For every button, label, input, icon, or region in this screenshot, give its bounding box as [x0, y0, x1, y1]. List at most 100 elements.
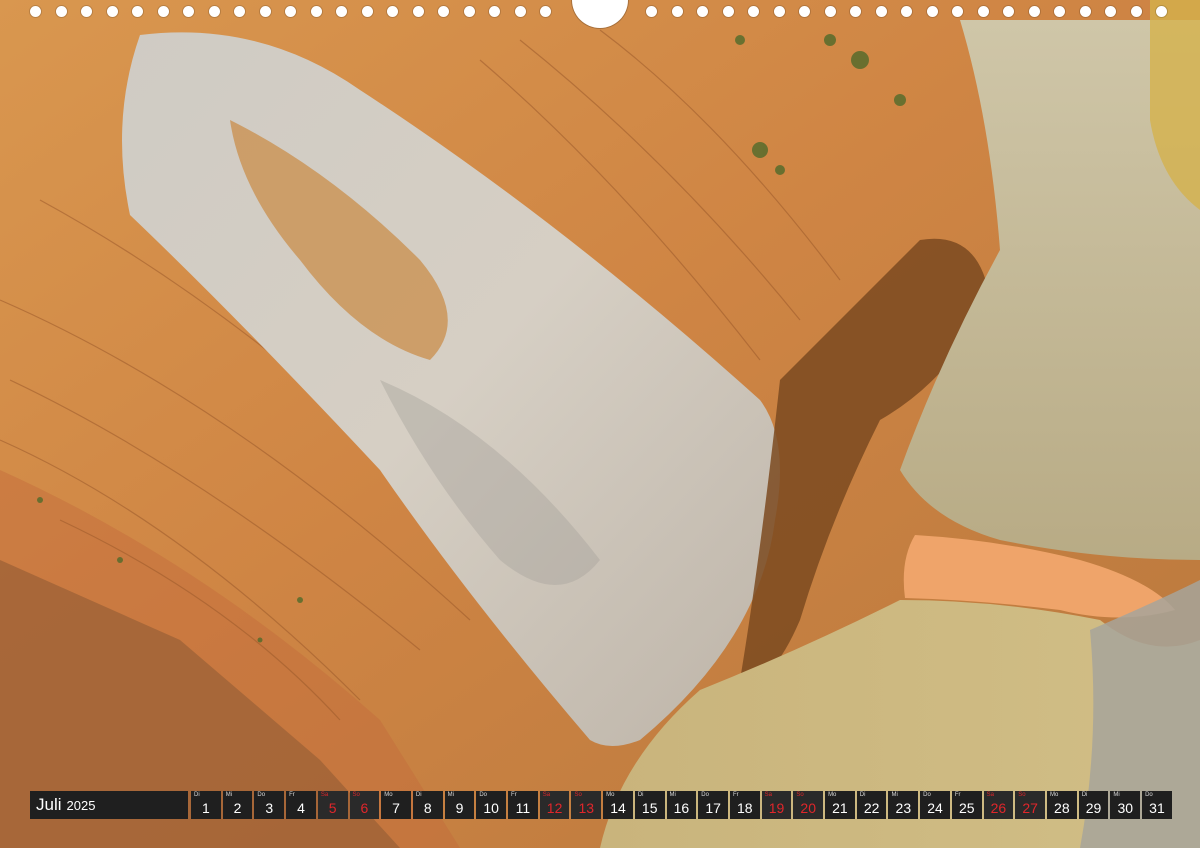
weekday-label: Mi — [1113, 792, 1120, 798]
weekday-label: So — [574, 792, 582, 798]
day-cell: Sa 5 — [317, 791, 348, 819]
binding-hole — [1156, 6, 1167, 17]
binding-hole — [158, 6, 169, 17]
day-cell: Di 29 — [1078, 791, 1109, 819]
day-number: 12 — [546, 800, 563, 816]
day-cell: Sa 26 — [983, 791, 1014, 819]
weekday-label: Mo — [828, 792, 837, 798]
day-cell: Mi 2 — [222, 791, 253, 819]
binding-hole — [336, 6, 347, 17]
day-cell: Do 10 — [476, 791, 507, 819]
day-cell: Di 1 — [191, 791, 221, 819]
day-number: 28 — [1054, 800, 1070, 816]
binding-hole — [1105, 6, 1116, 17]
weekday-label: Do — [257, 792, 266, 798]
day-cell: Sa 19 — [761, 791, 792, 819]
binding-hole — [107, 6, 118, 17]
day-number: 21 — [832, 800, 848, 816]
binding-hole — [1080, 6, 1091, 17]
weekday-label: So — [796, 792, 804, 798]
month-name: Juli — [36, 795, 62, 814]
binding-hole — [978, 6, 989, 17]
weekday-label: Di — [194, 792, 200, 798]
day-cell: Fr 4 — [286, 791, 316, 819]
weekday-label: Di — [637, 792, 644, 798]
day-cell: Fr 18 — [729, 791, 760, 819]
binding-hole — [825, 6, 836, 17]
binding-hole — [362, 6, 373, 17]
day-number: 20 — [800, 800, 816, 816]
weekday-label: So — [352, 792, 360, 798]
day-cell: Sa 12 — [539, 791, 570, 819]
day-number: 29 — [1085, 800, 1102, 816]
weekday-label: Mi — [891, 792, 898, 798]
binding-hole — [1054, 6, 1065, 17]
day-cell: Mi 16 — [666, 791, 697, 819]
binding-hole — [1003, 6, 1014, 17]
day-cell: Di 15 — [634, 791, 665, 819]
day-number: 30 — [1117, 800, 1134, 816]
weekday-label: Di — [415, 792, 422, 798]
binding-hole — [799, 6, 810, 17]
binding-hole — [387, 6, 398, 17]
day-number: 14 — [610, 800, 626, 816]
month-year: 2025 — [66, 797, 96, 813]
day-cell: Di 22 — [856, 791, 887, 819]
binding-hole — [413, 6, 424, 17]
day-cell: So 27 — [1015, 791, 1045, 819]
weekday-label: Di — [859, 792, 866, 798]
day-number: 10 — [483, 800, 499, 816]
day-cell: Mi 9 — [444, 791, 475, 819]
binding-hole — [672, 6, 683, 17]
day-number: 24 — [927, 800, 943, 816]
day-number: 26 — [990, 800, 1007, 816]
day-number: 31 — [1149, 800, 1165, 816]
weekday-label: Fr — [732, 792, 739, 798]
day-number: 5 — [328, 800, 337, 816]
day-number: 4 — [297, 800, 305, 816]
weekday-label: Mi — [447, 792, 454, 798]
weekday-label: Do — [701, 792, 709, 798]
binding-hole — [285, 6, 296, 17]
binding-hole — [132, 6, 143, 17]
day-number: 16 — [673, 800, 690, 816]
binding-hole — [723, 6, 734, 17]
weekday-label: Fr — [289, 792, 295, 798]
binding-hole — [183, 6, 194, 17]
day-number: 27 — [1022, 800, 1038, 816]
binding-hole — [927, 6, 938, 17]
day-number: 3 — [265, 800, 274, 816]
binding-hole — [81, 6, 92, 17]
weekday-label: So — [1018, 792, 1026, 798]
day-cell: Do 17 — [698, 791, 728, 819]
day-number: 9 — [455, 800, 464, 816]
aerial-landscape-photo — [0, 0, 1200, 848]
day-cell: Mi 23 — [888, 791, 919, 819]
weekday-label: Mi — [225, 792, 233, 798]
day-number: 7 — [392, 800, 400, 816]
weekday-label: Fr — [511, 792, 517, 798]
weekday-label: Sa — [986, 792, 994, 798]
day-number: 22 — [863, 800, 880, 816]
binding-hole — [489, 6, 500, 17]
binding-hole — [438, 6, 449, 17]
binding-hole — [260, 6, 271, 17]
day-number: 13 — [578, 800, 595, 816]
day-list: Di 1 Mi 2 Do 3 Fr 4 Sa 5 So 6 Mo 7 Di 8 Mi 9 Do 10 Fr 11 Sa 12 S… — [191, 791, 1172, 819]
binding-hole — [1029, 6, 1040, 17]
day-cell: Do 31 — [1142, 791, 1172, 819]
binding-hole — [540, 6, 551, 17]
weekday-label: Do — [479, 792, 487, 798]
binding-hole — [850, 6, 861, 17]
binding-hole — [774, 6, 785, 17]
binding-hole — [30, 6, 41, 17]
day-number: 8 — [423, 800, 432, 816]
day-number: 19 — [768, 800, 785, 816]
weekday-label: Mo — [384, 792, 393, 798]
weekday-label: Do — [923, 792, 931, 798]
weekday-label: Sa — [764, 792, 772, 798]
binding-hole — [209, 6, 220, 17]
day-number: 1 — [201, 800, 210, 816]
day-cell: Mi 30 — [1110, 791, 1141, 819]
day-cell: Mo 21 — [825, 791, 855, 819]
